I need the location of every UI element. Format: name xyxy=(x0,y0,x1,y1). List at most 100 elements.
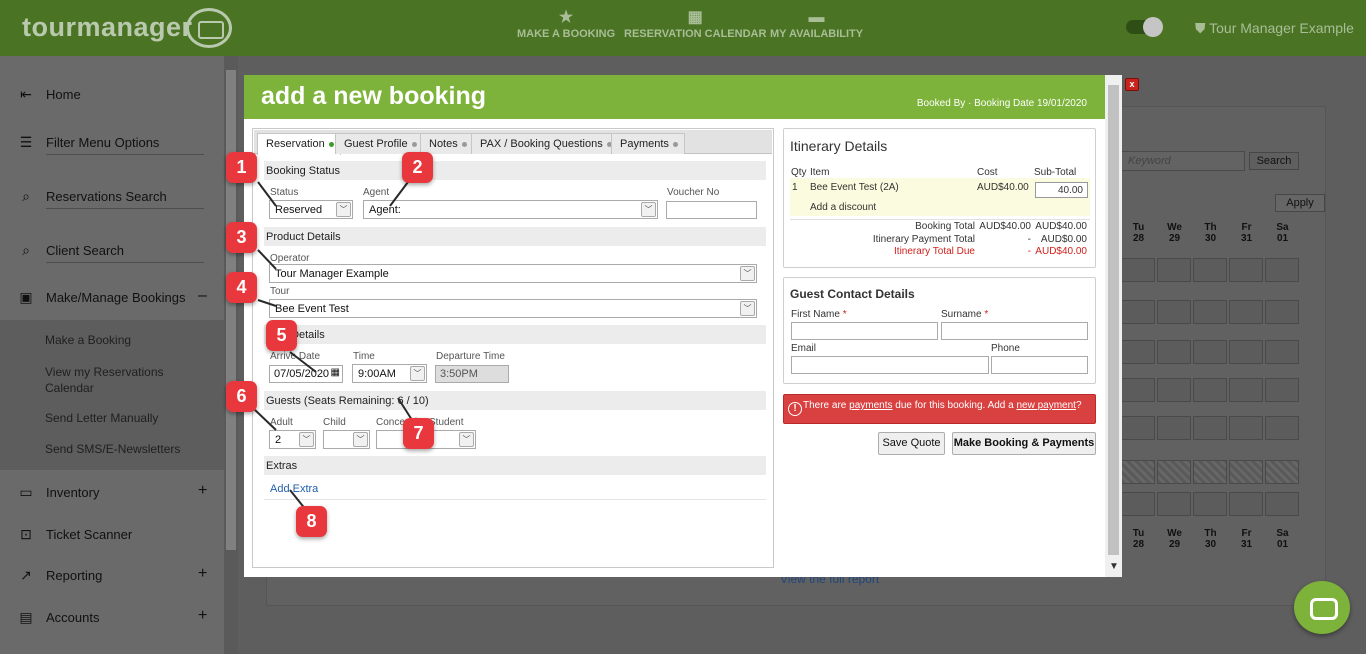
chevron-down-icon: ﹀ xyxy=(641,202,656,217)
sidebar-subitem-view-reservations-calendar[interactable]: View my Reservations Calendar xyxy=(45,364,185,396)
tab-pax-booking-questions[interactable]: PAX / Booking Questions xyxy=(471,133,619,154)
calendar-cell xyxy=(1193,378,1227,402)
phone-label: Phone xyxy=(991,343,1020,354)
sidebar-item-home[interactable]: ⇤ Home xyxy=(0,80,224,110)
row-qty: 1 xyxy=(792,182,798,193)
sidebar-item-reporting[interactable]: ↗ Reporting + xyxy=(0,561,224,591)
sidebar-item-accounts[interactable]: ▤ Accounts + xyxy=(0,603,224,633)
divider xyxy=(264,499,766,500)
calendar-cell xyxy=(1193,492,1227,516)
chevron-down-icon: ﹀ xyxy=(459,432,474,447)
agent-select[interactable]: Agent: ﹀ xyxy=(363,200,658,219)
expand-icon[interactable]: + xyxy=(198,482,207,500)
operator-select[interactable]: Tour Manager Example ﹀ xyxy=(269,264,757,283)
calendar-cell xyxy=(1193,258,1227,282)
scrollbar-thumb[interactable] xyxy=(226,70,236,550)
scrollbar-thumb[interactable] xyxy=(1108,85,1119,555)
student-select[interactable]: ﹀ xyxy=(429,430,476,449)
phone-input[interactable] xyxy=(991,356,1088,374)
surname-input[interactable] xyxy=(941,322,1088,340)
day-header: Tu 28 xyxy=(1132,528,1145,550)
new-payment-link[interactable]: new payment xyxy=(1016,400,1075,411)
voucher-input[interactable] xyxy=(666,201,757,219)
calendar-cell xyxy=(1121,460,1155,484)
sidebar-item-inventory[interactable]: ▭ Inventory + xyxy=(0,478,224,508)
booking-tabs: Reservation Guest Profile Notes PAX / Bo… xyxy=(254,130,772,155)
child-label: Child xyxy=(323,417,346,428)
calendar-cell xyxy=(1265,258,1299,282)
expand-icon[interactable]: + xyxy=(198,607,207,625)
sidebar-scrollbar[interactable] xyxy=(224,56,238,654)
payments-link[interactable]: payments xyxy=(849,400,892,411)
nav-reservation-calendar[interactable]: ▦ RESERVATION CALENDAR xyxy=(624,8,766,40)
time-select[interactable]: 9:00AM ﹀ xyxy=(352,364,427,383)
tab-guest-profile[interactable]: Guest Profile xyxy=(335,133,424,154)
collapse-icon[interactable]: – xyxy=(198,287,207,305)
child-select[interactable]: ﹀ xyxy=(323,430,370,449)
calendar-check-icon: ▣ xyxy=(19,289,33,305)
user-name: Tour Manager Example xyxy=(1209,20,1354,36)
calendar-cell xyxy=(1265,378,1299,402)
time-label: Time xyxy=(353,351,375,362)
scan-icon: ⊡ xyxy=(20,526,32,542)
top-bar: tourmanager ★ MAKE A BOOKING ▦ RESERVATI… xyxy=(0,0,1366,56)
sidebar-subitem-send-letter[interactable]: Send Letter Manually xyxy=(45,411,158,425)
day-header: Th 30 xyxy=(1204,222,1217,244)
nav-make-a-booking[interactable]: ★ MAKE A BOOKING xyxy=(517,8,615,40)
user-menu[interactable]: ⛊ Tour Manager Example xyxy=(1195,20,1354,37)
status-select[interactable]: Reserved ﹀ xyxy=(269,200,353,219)
email-label: Email xyxy=(791,343,817,354)
sidebar-item-make-manage-bookings[interactable]: ▣ Make/Manage Bookings – xyxy=(0,283,224,313)
arrive-date-input[interactable]: 07/05/2020 ▦ xyxy=(269,365,343,383)
annotation-marker-8: 8 xyxy=(296,506,327,537)
card-icon: ▤ xyxy=(19,609,33,625)
chevron-down-icon[interactable]: ▼ xyxy=(1109,561,1119,572)
annotation-marker-7: 7 xyxy=(403,418,434,449)
add-discount-link[interactable]: Add a discount xyxy=(810,202,876,213)
calendar-cell xyxy=(1121,416,1155,440)
calendar-cell xyxy=(1157,416,1191,440)
chevron-down-icon: ﹀ xyxy=(353,432,368,447)
arrive-date-label: Arrive Date xyxy=(270,351,321,362)
col-item: Item xyxy=(810,167,830,178)
keyword-search-input[interactable]: Keyword xyxy=(1121,151,1245,171)
mode-toggle[interactable] xyxy=(1126,17,1163,37)
email-input[interactable] xyxy=(791,356,989,374)
first-name-input[interactable] xyxy=(791,322,938,340)
day-header: Fr 31 xyxy=(1240,528,1253,550)
tab-notes[interactable]: Notes xyxy=(420,133,474,154)
day-header: Fr 31 xyxy=(1240,222,1253,244)
search-button[interactable]: Search xyxy=(1249,152,1299,170)
subtotal-input[interactable]: 40.00 xyxy=(1035,182,1088,198)
calendar-cell xyxy=(1229,300,1263,324)
nav-my-availability[interactable]: ▬ MY AVAILABILITY xyxy=(770,8,863,40)
tab-payments[interactable]: Payments xyxy=(611,133,685,154)
sidebar-subitem-send-sms[interactable]: Send SMS/E-Newsletters xyxy=(45,442,180,456)
sidebar-item-ticket-scanner[interactable]: ⊡ Ticket Scanner xyxy=(0,520,224,550)
calendar-cell xyxy=(1193,416,1227,440)
calendar-cell xyxy=(1265,340,1299,364)
calendar-icon[interactable]: ▦ xyxy=(331,367,340,378)
status-dot-icon xyxy=(672,141,678,147)
close-icon[interactable]: x xyxy=(1125,78,1139,91)
expand-icon[interactable]: + xyxy=(198,565,207,583)
make-booking-payments-button[interactable]: Make Booking & Payments xyxy=(952,432,1096,455)
modal-scrollbar[interactable]: ▼ xyxy=(1105,75,1122,577)
calendar-cell xyxy=(1157,492,1191,516)
calendar-cell xyxy=(1157,340,1191,364)
adult-select[interactable]: 2 ﹀ xyxy=(269,430,316,449)
add-extra-link[interactable]: Add Extra xyxy=(270,483,318,495)
section-product-details: Product Details xyxy=(264,227,766,246)
app-logo[interactable]: tourmanager xyxy=(22,12,193,43)
sidebar-subitem-make-a-booking[interactable]: Make a Booking xyxy=(45,333,131,347)
modal-header: add a new booking Booked By · Booking Da… xyxy=(244,75,1105,119)
chat-bubble-icon[interactable] xyxy=(1294,581,1350,634)
calendar-cell xyxy=(1121,258,1155,282)
save-quote-button[interactable]: Save Quote xyxy=(878,432,945,455)
apply-button[interactable]: Apply xyxy=(1275,194,1325,212)
divider xyxy=(46,262,204,263)
bus-logo-icon xyxy=(186,8,232,48)
tour-select[interactable]: Bee Event Test ﹀ xyxy=(269,299,757,318)
divider xyxy=(790,219,1090,220)
tab-reservation[interactable]: Reservation xyxy=(257,133,341,155)
